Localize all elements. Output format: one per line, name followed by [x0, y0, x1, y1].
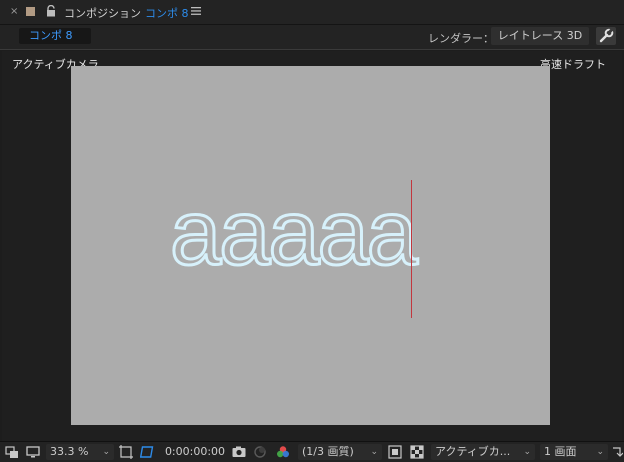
- region-of-interest-icon[interactable]: [118, 444, 134, 460]
- chevron-down-icon: ⌄: [523, 447, 531, 457]
- panel-name: コンポジション: [64, 7, 141, 20]
- 3d-view-dropdown[interactable]: アクティブカ... ⌄: [431, 444, 535, 460]
- monitor-icon[interactable]: [25, 444, 41, 460]
- text-layer[interactable]: aaaaa: [169, 182, 420, 285]
- chevron-down-icon: ⌄: [596, 447, 604, 457]
- chevron-down-icon: ⌄: [370, 447, 378, 457]
- toggle-pixel-aspect-icon[interactable]: [611, 444, 623, 460]
- panel-menu-icon[interactable]: [191, 6, 201, 16]
- fast-previews-icon[interactable]: [387, 444, 403, 460]
- lock-icon[interactable]: [46, 5, 56, 17]
- view-layout-dropdown[interactable]: 1 画面 ⌄: [540, 444, 608, 460]
- chevron-down-icon: ⌄: [102, 447, 110, 457]
- panel-title-bar: × コンポジション コンポ 8: [0, 0, 624, 25]
- zoom-value: 33.3 %: [50, 445, 89, 458]
- comp-name: コンポ 8: [145, 7, 189, 20]
- color-channels-icon[interactable]: [275, 444, 291, 460]
- show-snapshot-icon[interactable]: [252, 444, 268, 460]
- wrench-icon[interactable]: [596, 27, 616, 45]
- close-panel-button[interactable]: ×: [10, 6, 18, 17]
- current-time-display[interactable]: 0:00:00:00: [163, 444, 227, 460]
- camera-icon[interactable]: [231, 444, 247, 460]
- always-preview-icon[interactable]: [4, 444, 20, 460]
- panel-title: コンポジション コンポ 8: [64, 5, 189, 21]
- renderer-label: レンダラー：: [428, 32, 494, 45]
- resolution-dropdown[interactable]: (1/3 画質) ⌄: [298, 444, 382, 460]
- viewer-toolbar: 33.3 % ⌄ 0:00:00:00 (1/3 画質) ⌄ アクティブカ...…: [0, 441, 624, 462]
- text-cursor: [411, 180, 412, 318]
- resolution-value: (1/3 画質): [302, 445, 354, 458]
- renderer-button[interactable]: レイトレース 3D: [491, 27, 589, 45]
- view-layout-value: 1 画面: [544, 445, 577, 458]
- tab-comp[interactable]: コンポ 8: [19, 28, 91, 44]
- transparency-grid-icon[interactable]: [140, 444, 156, 460]
- composition-tab-row: コンポ 8 レンダラー： レイトレース 3D: [0, 25, 624, 50]
- label-color-swatch[interactable]: [26, 7, 35, 16]
- transparency-checker-icon[interactable]: [409, 444, 425, 460]
- 3d-view-value: アクティブカ...: [435, 445, 511, 458]
- zoom-dropdown[interactable]: 33.3 % ⌄: [46, 444, 114, 460]
